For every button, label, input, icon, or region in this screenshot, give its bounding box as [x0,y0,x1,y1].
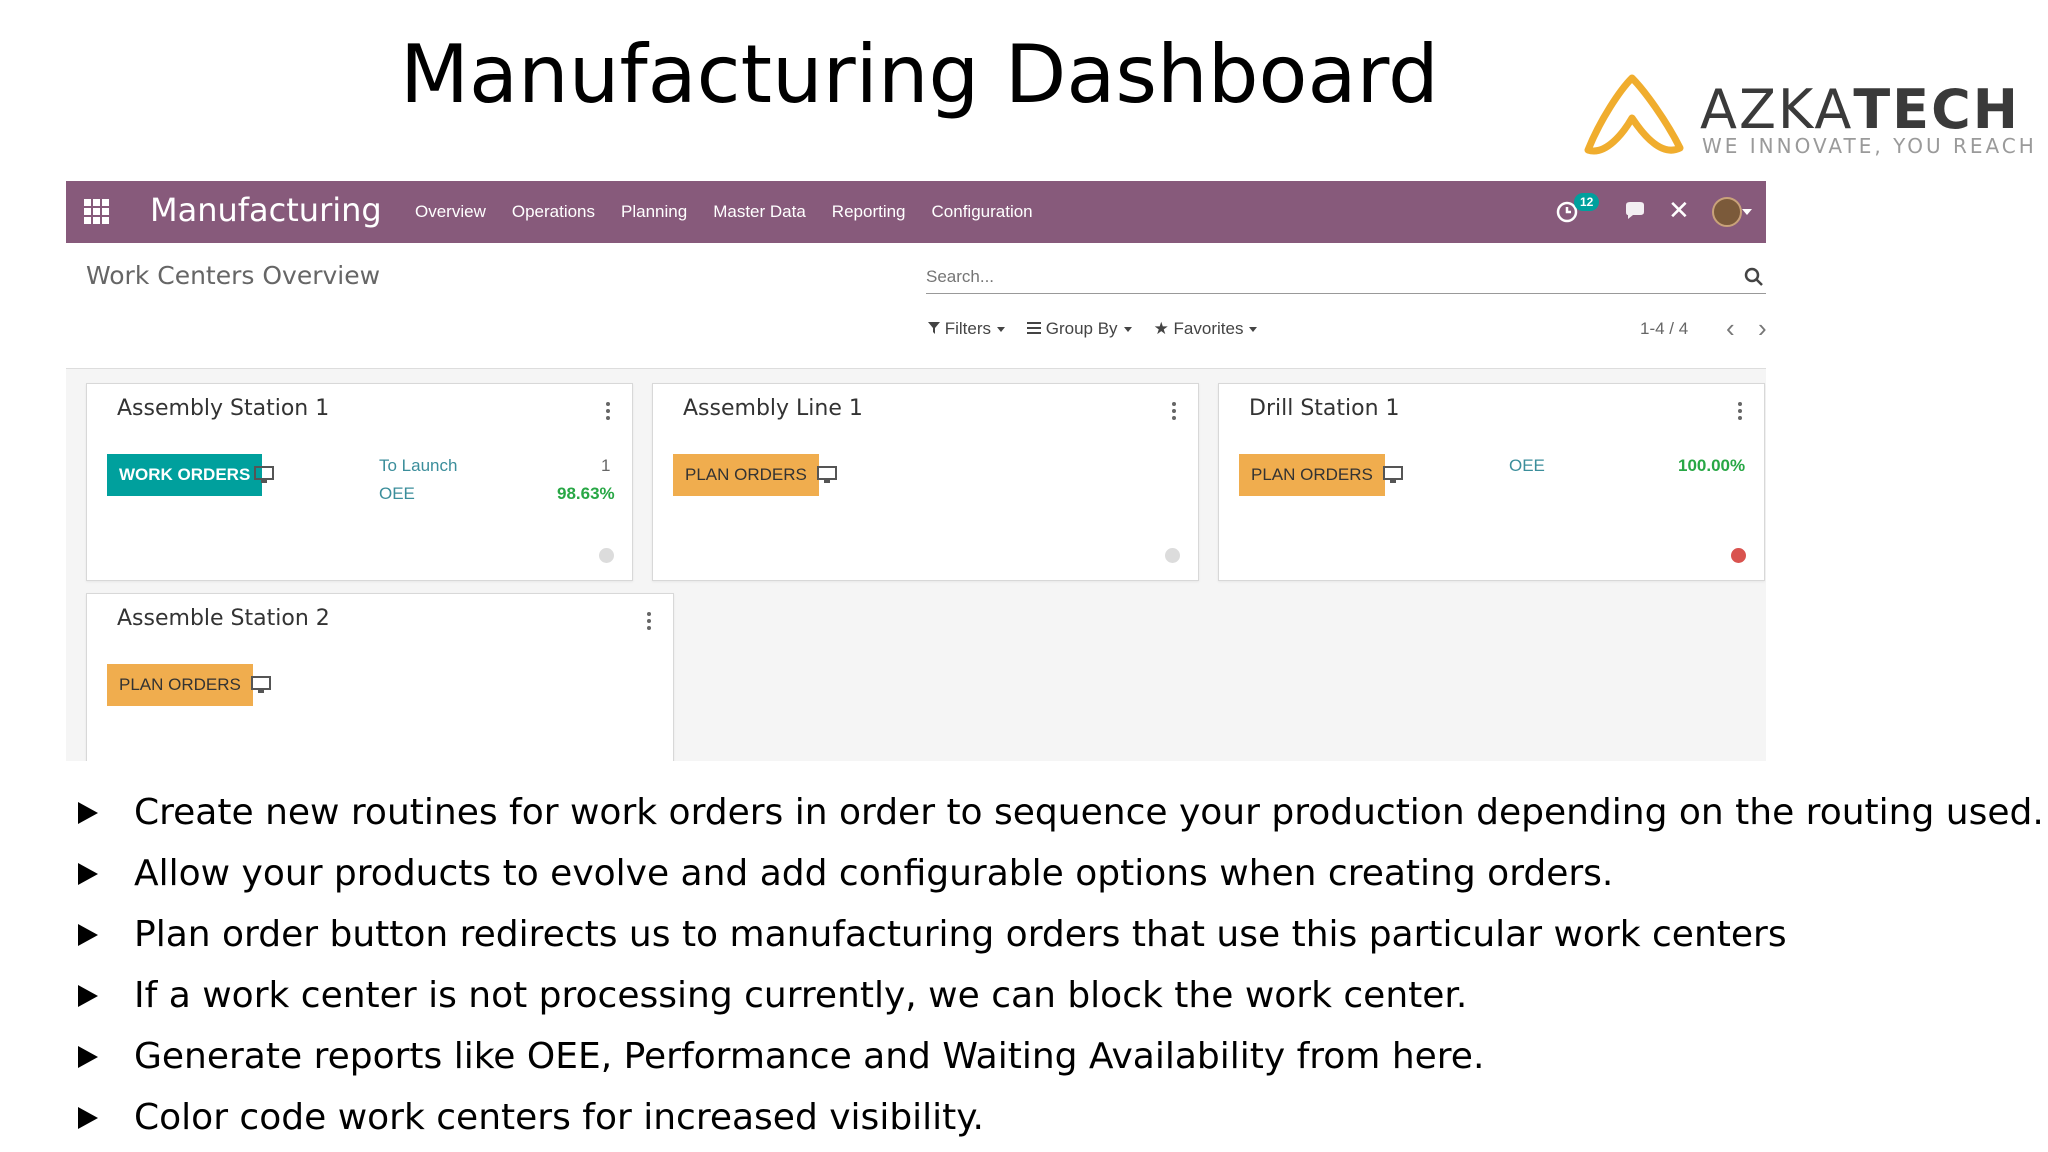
menu-master-data[interactable]: Master Data [700,181,819,243]
card-title[interactable]: Drill Station 1 [1249,396,1400,421]
status-dot[interactable] [1731,548,1746,563]
list-item: Plan order button redirects us to manufa… [78,908,2018,969]
bullet-list: Create new routines for work orders in o… [78,786,2044,1152]
workcenter-card[interactable]: Assemble Station 2 PLAN ORDERS [86,593,674,761]
monitor-icon[interactable] [817,466,837,484]
menu-configuration[interactable]: Configuration [919,181,1046,243]
search-input[interactable] [926,261,1766,294]
top-navbar: Manufacturing Overview Operations Planni… [66,181,1766,243]
menu-overview[interactable]: Overview [402,181,499,243]
slide-title: Manufacturing Dashboard [400,28,1439,121]
menu-planning[interactable]: Planning [608,181,700,243]
activity-badge: 12 [1574,193,1600,211]
chat-icon[interactable] [1624,201,1648,223]
plan-orders-button[interactable]: PLAN ORDERS [1239,454,1385,496]
card-title[interactable]: Assemble Station 2 [117,606,330,631]
logo-mark-icon [1584,74,1684,155]
stat-value: 1 [601,456,611,475]
app-screenshot: Manufacturing Overview Operations Planni… [66,181,1766,761]
workcenter-card[interactable]: Assembly Station 1 WORK ORDERS To Launch… [86,383,633,581]
app-brand[interactable]: Manufacturing [150,191,382,229]
stat-label[interactable]: OEE [379,484,415,504]
breadcrumb: Work Centers Overview [86,261,381,290]
list-item: Color code work centers for increased vi… [78,1091,2018,1152]
monitor-icon[interactable] [1383,466,1403,484]
menu-reporting[interactable]: Reporting [819,181,919,243]
azkatech-logo: AZKATECH WE INNOVATE, YOU REACH [1580,70,2034,170]
card-menu-icon[interactable] [1172,402,1176,423]
logo-name: AZKATECH [1700,78,2020,141]
status-dot[interactable] [599,548,614,563]
main-menu: Overview Operations Planning Master Data… [402,181,1046,243]
systray: 12 ✕ [1546,181,1766,243]
close-icon[interactable]: ✕ [1668,195,1690,226]
logo-tagline: WE INNOVATE, YOU REACH [1702,134,2037,158]
chevron-down-icon[interactable] [1742,209,1752,215]
stat-label[interactable]: OEE [1509,456,1545,476]
card-menu-icon[interactable] [606,402,610,423]
plan-orders-button[interactable]: PLAN ORDERS [673,454,819,496]
bullet-arrow-icon [78,1046,98,1068]
pager-previous-icon[interactable]: ‹ [1726,313,1735,344]
favorites-dropdown[interactable]: ★ Favorites [1154,319,1258,339]
bullet-arrow-icon [78,985,98,1007]
list-item: Create new routines for work orders in o… [78,786,2044,847]
star-icon: ★ [1153,319,1169,338]
card-title[interactable]: Assembly Line 1 [683,396,863,421]
workcenter-card[interactable]: Assembly Line 1 PLAN ORDERS [652,383,1199,581]
pager-next-icon[interactable]: › [1758,313,1766,344]
workcenter-card[interactable]: Drill Station 1 PLAN ORDERS OEE 100.00% [1218,383,1765,581]
search-options: Filters Group By ★ Favorites [928,319,1258,339]
card-menu-icon[interactable] [1738,402,1742,423]
apps-grid-icon[interactable] [84,199,110,225]
monitor-icon[interactable] [251,676,271,694]
list-icon [1027,322,1042,334]
search-icon[interactable] [1744,267,1764,287]
user-avatar[interactable] [1712,197,1742,227]
list-item: Allow your products to evolve and add co… [78,847,2018,908]
plan-orders-button[interactable]: PLAN ORDERS [107,664,253,706]
pager-value: 1-4 / 4 [1640,319,1689,338]
list-item: If a work center is not processing curre… [78,969,2018,1030]
card-menu-icon[interactable] [647,612,651,633]
menu-operations[interactable]: Operations [499,181,608,243]
bullet-arrow-icon [78,1107,98,1129]
filters-dropdown[interactable]: Filters [928,319,1006,339]
work-orders-button[interactable]: WORK ORDERS [107,454,263,496]
bullet-arrow-icon [78,863,98,885]
monitor-icon[interactable] [254,466,274,484]
list-item: Generate reports like OEE, Performance a… [78,1030,2018,1091]
card-title[interactable]: Assembly Station 1 [117,396,329,421]
stat-value: 100.00% [1678,456,1746,475]
groupby-dropdown[interactable]: Group By [1027,319,1132,339]
control-panel: Work Centers Overview Filters Group By ★… [66,243,1766,369]
filter-icon [928,322,940,334]
status-dot[interactable] [1165,548,1180,563]
bullet-arrow-icon [78,924,98,946]
bullet-arrow-icon [78,802,98,824]
stat-label[interactable]: To Launch [379,456,457,476]
stat-value: 98.63% [557,484,615,503]
kanban-view: Assembly Station 1 WORK ORDERS To Launch… [66,369,1766,761]
